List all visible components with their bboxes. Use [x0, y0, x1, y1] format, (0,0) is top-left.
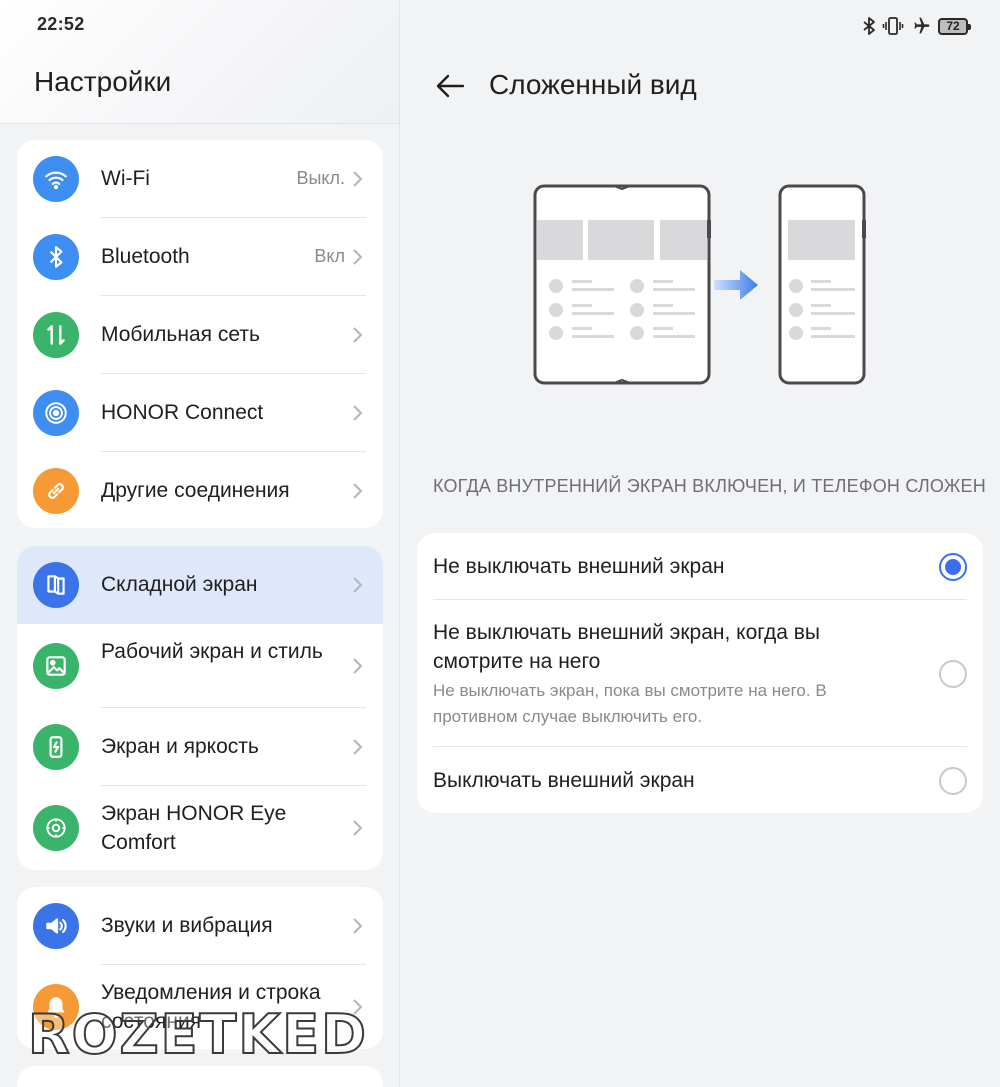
option-title: Выключать внешний экран — [433, 769, 695, 792]
chevron-right-icon — [353, 405, 363, 421]
sidebar-item-label: Звуки и вибрация — [101, 914, 273, 937]
bluetooth-icon — [33, 234, 79, 280]
option-turn-off[interactable]: Выключать внешний экран — [433, 766, 967, 795]
chevron-right-icon — [353, 249, 363, 265]
chevron-right-icon — [353, 171, 363, 187]
eye-comfort-icon — [33, 805, 79, 851]
settings-group-connections: Wi-Fi Выкл. Bluetooth Вкл Мобильная сеть — [17, 140, 383, 528]
bluetooth-status-icon — [863, 17, 875, 35]
detail-panel: 72 Сложенный вид КОГДА ВНУТРЕННИЙ ЭКРАН … — [400, 0, 1000, 1087]
option-title: Не выключать внешний экран — [433, 555, 725, 578]
sidebar-item-label: HONOR Connect — [101, 401, 264, 424]
sidebar-item-label: Экран HONOR Eye Comfort — [101, 802, 287, 854]
chevron-right-icon — [353, 820, 363, 836]
honor-connect-icon — [33, 390, 79, 436]
sidebar-item-label: Bluetooth — [101, 245, 190, 268]
option-subtitle: Не выключать экран, пока вы смотрите на … — [433, 681, 827, 726]
settings-sidebar: 22:52 Настройки Wi-Fi Выкл. Bluetooth Вк… — [0, 0, 400, 1087]
chevron-right-icon — [353, 658, 363, 674]
sidebar-item-eye-comfort[interactable]: Экран HONOR Eye Comfort — [17, 786, 383, 870]
radio-unselected[interactable] — [939, 767, 967, 795]
sidebar-item-label: Рабочий экран и стиль — [101, 640, 323, 663]
settings-group-next — [17, 1066, 383, 1087]
chevron-right-icon — [353, 483, 363, 499]
divider — [433, 599, 967, 600]
bluetooth-status-value: Вкл — [314, 246, 345, 266]
options-card: Не выключать внешний экран Не выключать … — [417, 533, 983, 813]
chevron-right-icon — [353, 577, 363, 593]
chevron-right-icon — [353, 918, 363, 934]
wifi-status-value: Выкл. — [296, 168, 345, 188]
chevron-right-icon — [353, 327, 363, 343]
vibrate-icon — [882, 17, 904, 35]
option-title: Не выключать внешний экран, когда вы смо… — [433, 621, 820, 673]
radio-unselected[interactable] — [939, 660, 967, 688]
fold-illustration — [533, 184, 866, 385]
divider — [433, 746, 967, 747]
back-button[interactable] — [432, 68, 468, 104]
sidebar-item-bluetooth[interactable]: Bluetooth Вкл — [17, 218, 383, 296]
status-icons: 72 — [862, 14, 971, 38]
battery-icon: 72 — [938, 17, 971, 35]
sidebar-header: 22:52 Настройки — [0, 0, 399, 124]
sidebar-item-display-brightness[interactable]: Экран и яркость — [17, 708, 383, 786]
mobile-data-icon — [33, 312, 79, 358]
sidebar-item-wifi[interactable]: Wi-Fi Выкл. — [17, 140, 383, 218]
airplane-mode-icon — [914, 17, 930, 34]
volume-icon — [33, 903, 79, 949]
sidebar-item-honor-connect[interactable]: HONOR Connect — [17, 374, 383, 452]
option-keep-on[interactable]: Не выключать внешний экран — [433, 552, 967, 581]
sidebar-item-foldable-screen[interactable]: Складной экран — [17, 546, 383, 624]
radio-selected[interactable] — [939, 553, 967, 581]
foldable-icon — [33, 562, 79, 608]
status-time: 22:52 — [37, 14, 85, 34]
link-icon — [33, 468, 79, 514]
watermark: ROZETKED — [27, 1003, 368, 1066]
wifi-icon — [33, 156, 79, 202]
sidebar-item-home-screen-style[interactable]: Рабочий экран и стиль — [17, 624, 383, 708]
sidebar-item-label: Экран и яркость — [101, 735, 259, 758]
sidebar-item-label: Wi-Fi — [101, 167, 150, 190]
settings-group-display: Складной экран Рабочий экран и стиль Экр… — [17, 546, 383, 870]
sidebar-title: Настройки — [34, 66, 172, 97]
arrow-left-icon — [436, 74, 465, 98]
chevron-right-icon — [353, 739, 363, 755]
option-keep-on-while-looking[interactable]: Не выключать внешний экран, когда вы смо… — [433, 618, 967, 730]
sidebar-item-label: Мобильная сеть — [101, 323, 260, 346]
brightness-icon — [33, 724, 79, 770]
image-icon — [33, 643, 79, 689]
sidebar-item-sounds[interactable]: Звуки и вибрация — [17, 887, 383, 965]
sidebar-item-label: Складной экран — [101, 573, 258, 596]
sidebar-item-mobile-network[interactable]: Мобильная сеть — [17, 296, 383, 374]
section-label: КОГДА ВНУТРЕННИЙ ЭКРАН ВКЛЮЧЕН, И ТЕЛЕФО… — [433, 476, 986, 496]
sidebar-item-label: Другие соединения — [101, 479, 290, 502]
page-title: Сложенный вид — [489, 69, 697, 100]
sidebar-item-other-connections[interactable]: Другие соединения — [17, 452, 383, 528]
